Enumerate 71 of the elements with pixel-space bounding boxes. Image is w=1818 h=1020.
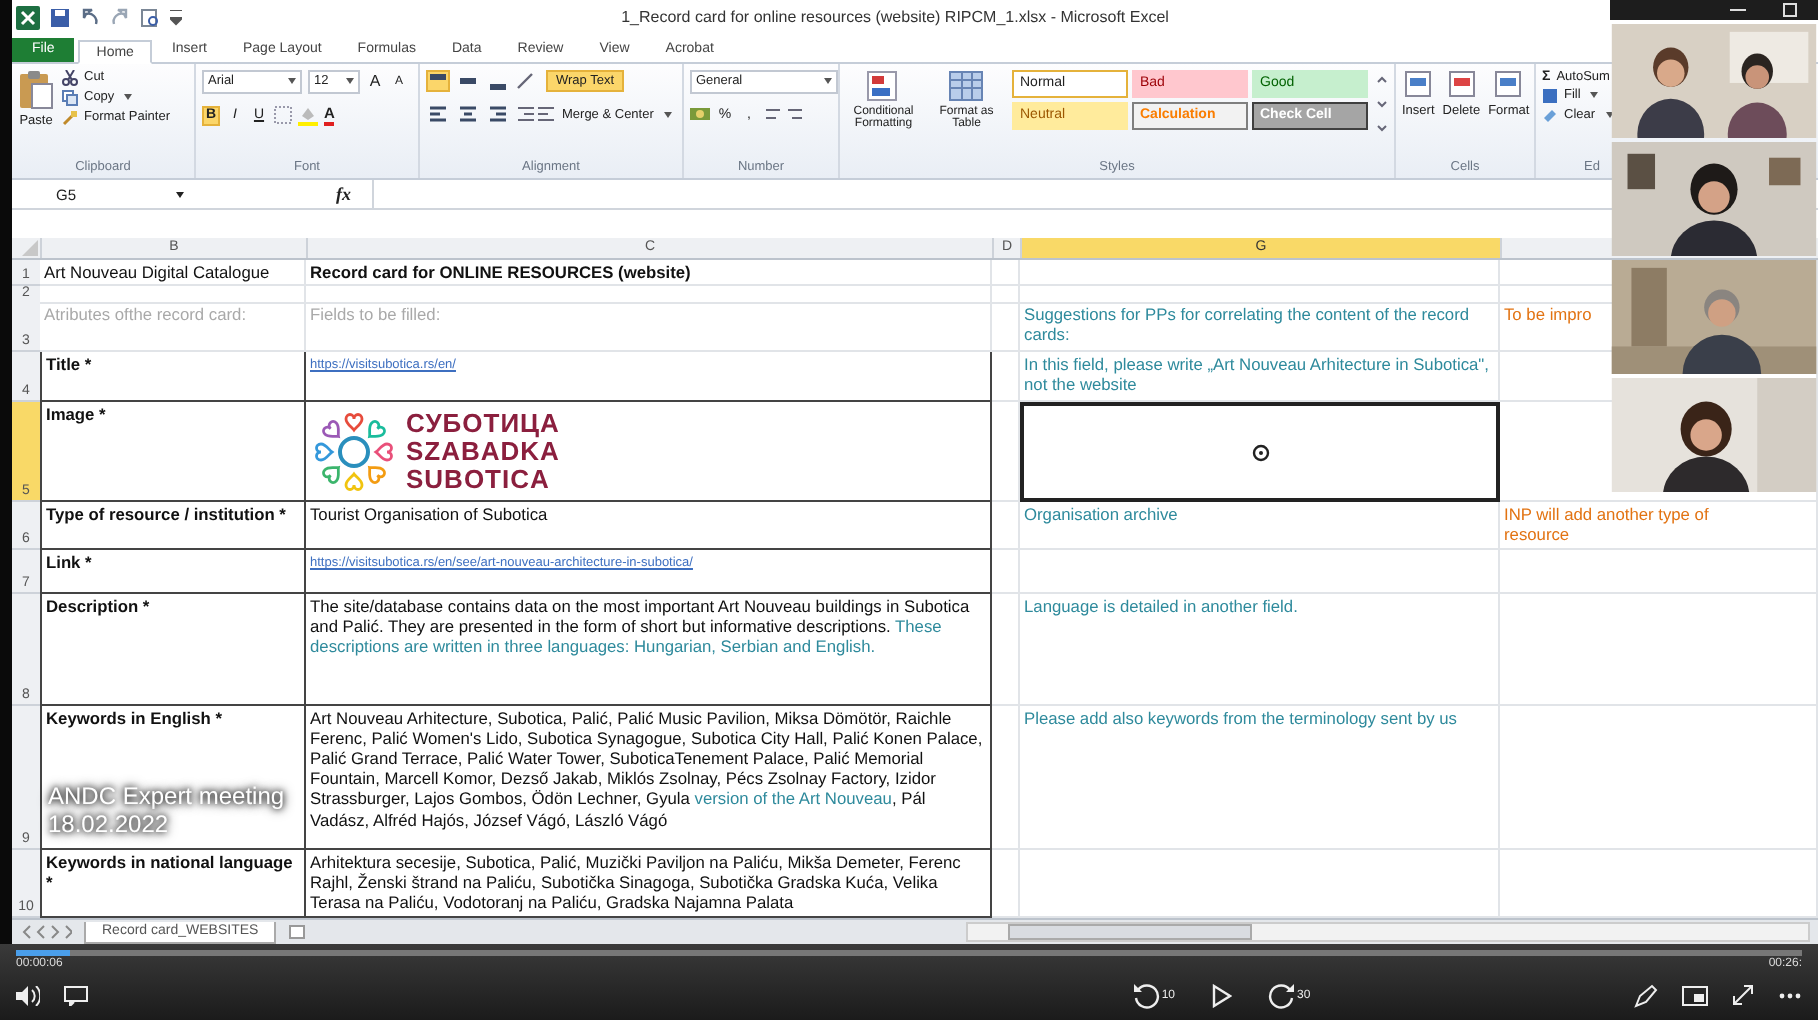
fullscreen-icon[interactable] bbox=[1732, 984, 1754, 1006]
fill-color-icon[interactable] bbox=[298, 105, 318, 126]
table-cell: Art Nouveau Digital Catalogue bbox=[40, 260, 306, 287]
table-cell: Art Nouveau Arhitecture, Subotica, Palić, Palić Music Pavilion, Miksa Dömötör, Raichle Ferenc, Palić Women's Lido, Subotica Synagogue, Subotica City Hall, Palić Konen Palace, Palić Grand Terrace, Palić Water Tower, SuboticaTenement Palace, Palić Memorial Fountain, Marcell Komor, Dezső Jakab, Miklós Zsolnay, Pécs Zsolnay Factory, Izidor Strassburger, Lajos Gombos, Ödön Lechner, Gyula version of the Art Nouveau, Pál Vadász, Alfréd Hajós, József Vágó, László Vágó bbox=[306, 706, 992, 851]
logo-drawing bbox=[310, 407, 398, 496]
more-icon[interactable] bbox=[1778, 991, 1802, 999]
screen-icon[interactable] bbox=[1682, 985, 1708, 1005]
table-cell: Organisation archive bbox=[1020, 502, 1500, 551]
table-cell: Type of resource / institution * bbox=[40, 502, 306, 551]
align-top-icon bbox=[430, 73, 446, 80]
decimal-icon[interactable] bbox=[764, 106, 804, 125]
brush-icon bbox=[62, 109, 78, 126]
table-cell: Record card for ONLINE RESOURCES (website) bbox=[306, 260, 992, 287]
clipboard-icon bbox=[18, 69, 54, 110]
align-left-button[interactable] bbox=[426, 103, 450, 126]
restore-icon[interactable] bbox=[1782, 2, 1798, 18]
insert-function-button[interactable]: fx bbox=[196, 184, 371, 204]
forward-icon bbox=[1267, 981, 1295, 1009]
window-title: 1_Record card for online resources (website) RIPCM_1.xlsx - Microsoft Excel bbox=[619, 8, 1171, 27]
eraser-icon bbox=[1542, 107, 1558, 124]
selected-cell[interactable] bbox=[1020, 402, 1500, 503]
table-cell: Title * bbox=[40, 352, 306, 403]
table-cell: Language is detailed in another field. bbox=[1020, 594, 1500, 707]
align-bottom-icon bbox=[490, 83, 506, 90]
customize-menu-icon[interactable] bbox=[170, 9, 182, 26]
currency-icon[interactable] bbox=[690, 106, 710, 125]
print-preview-icon[interactable] bbox=[140, 7, 160, 28]
table-cell: Fields to be filled: bbox=[306, 302, 992, 353]
table-cell: Image * bbox=[40, 402, 306, 503]
grid-icon bbox=[1404, 69, 1433, 98]
spreadsheet-app-icon[interactable] bbox=[16, 5, 40, 30]
rewind-icon bbox=[1131, 981, 1160, 1009]
scissors-icon bbox=[62, 69, 78, 86]
fill-down-icon bbox=[1542, 87, 1558, 104]
progress-track[interactable] bbox=[16, 950, 1802, 956]
align-right-icon bbox=[488, 105, 508, 124]
grow-font-button[interactable]: A bbox=[366, 71, 384, 92]
logo-text: СУБОТИЦА SZABADKA SUBOTICA bbox=[406, 409, 560, 494]
captions-icon[interactable] bbox=[64, 985, 88, 1005]
grid-icon bbox=[1447, 69, 1476, 98]
table-cell: Description * bbox=[40, 594, 306, 707]
table-chart-icon bbox=[865, 69, 902, 102]
table-cell: Tourist Organisation of Subotica bbox=[306, 502, 992, 551]
new-sheet-icon[interactable] bbox=[288, 924, 309, 941]
table-cell: Atributes ofthe record card: bbox=[40, 302, 306, 353]
scrollbar-thumb[interactable] bbox=[1008, 924, 1252, 941]
play-icon[interactable] bbox=[1211, 983, 1231, 1007]
copy-icon bbox=[62, 89, 78, 106]
align-right-button[interactable] bbox=[486, 103, 510, 126]
align-left-icon bbox=[428, 105, 448, 124]
sheet-navigation-icon[interactable] bbox=[20, 924, 72, 941]
table-cell: The site/database contains data on the most important Art Nouveau buildings in Subotica and Palić. They are presented in the form of short but informative descriptions. These descriptions are written in three languages: Hungarian, Serbian and English. bbox=[306, 594, 992, 707]
table-cell: Link * bbox=[40, 550, 306, 595]
align-middle-icon bbox=[460, 77, 476, 84]
video-title: ANDC Expert meeting 18.02.2022 bbox=[48, 782, 289, 838]
grid-icon bbox=[1494, 69, 1523, 98]
align-top-button[interactable] bbox=[426, 69, 450, 92]
cursor-icon bbox=[1251, 443, 1269, 462]
undo-icon[interactable] bbox=[80, 7, 100, 28]
table-icon bbox=[948, 69, 985, 102]
save-icon[interactable] bbox=[50, 7, 70, 28]
align-center-icon bbox=[458, 105, 478, 124]
table-cell: INP will add another type of resource bbox=[1500, 502, 1818, 551]
align-center-button[interactable] bbox=[456, 103, 480, 126]
indent-icon[interactable] bbox=[516, 105, 556, 124]
table-cell: Suggestions for PPs for correlating the content of the record cards: bbox=[1020, 302, 1500, 353]
pen-icon[interactable] bbox=[1634, 983, 1658, 1007]
volume-icon[interactable] bbox=[16, 985, 40, 1005]
borders-icon[interactable] bbox=[274, 106, 292, 125]
table-cell: Please add also keywords from the terminology sent by us bbox=[1020, 706, 1500, 851]
table-cell: In this field, please write „Art Nouveau Arhitecture in Subotica", not the website bbox=[1020, 352, 1500, 403]
